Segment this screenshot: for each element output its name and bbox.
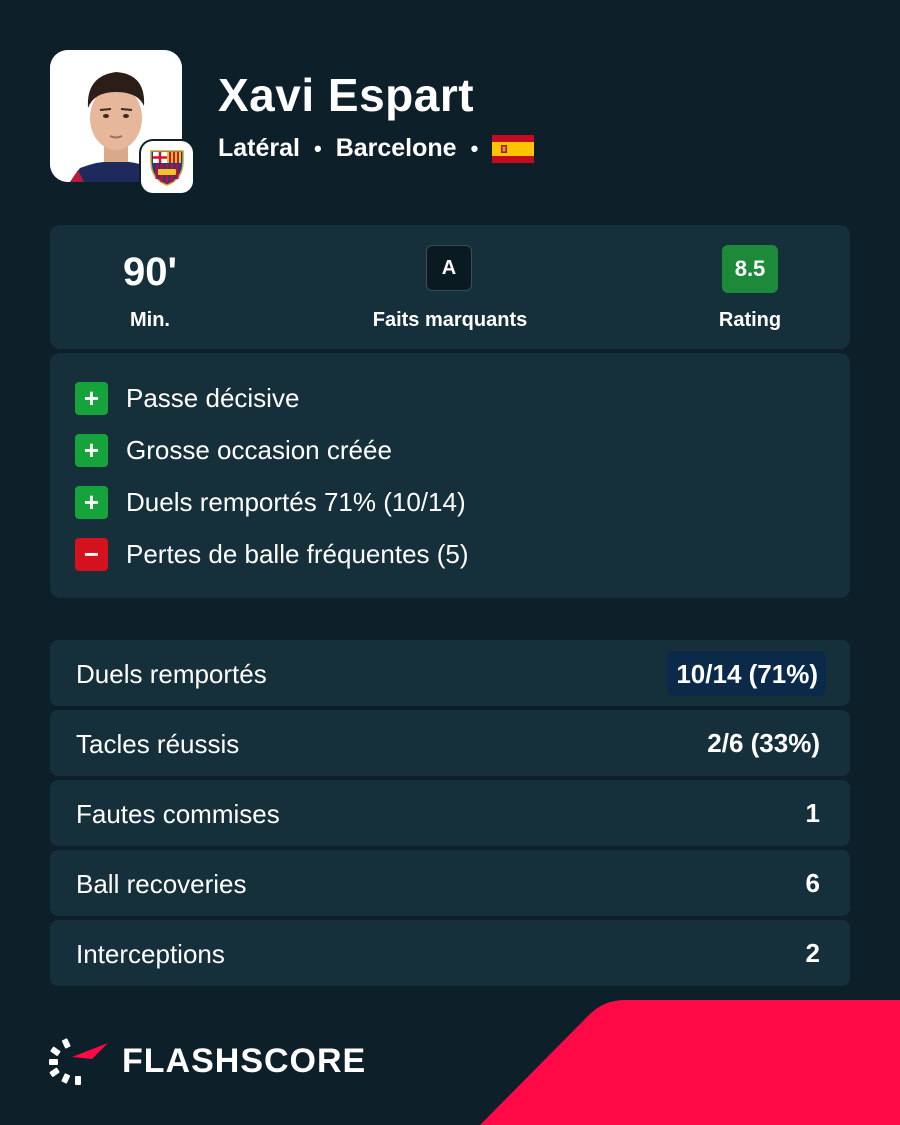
accent-shape [480,1000,900,1125]
flashscore-logo: FLASHSCORE [48,1037,366,1085]
flashscore-logo-icon [49,1038,108,1085]
brand-name: FLASHSCORE [122,1041,367,1080]
